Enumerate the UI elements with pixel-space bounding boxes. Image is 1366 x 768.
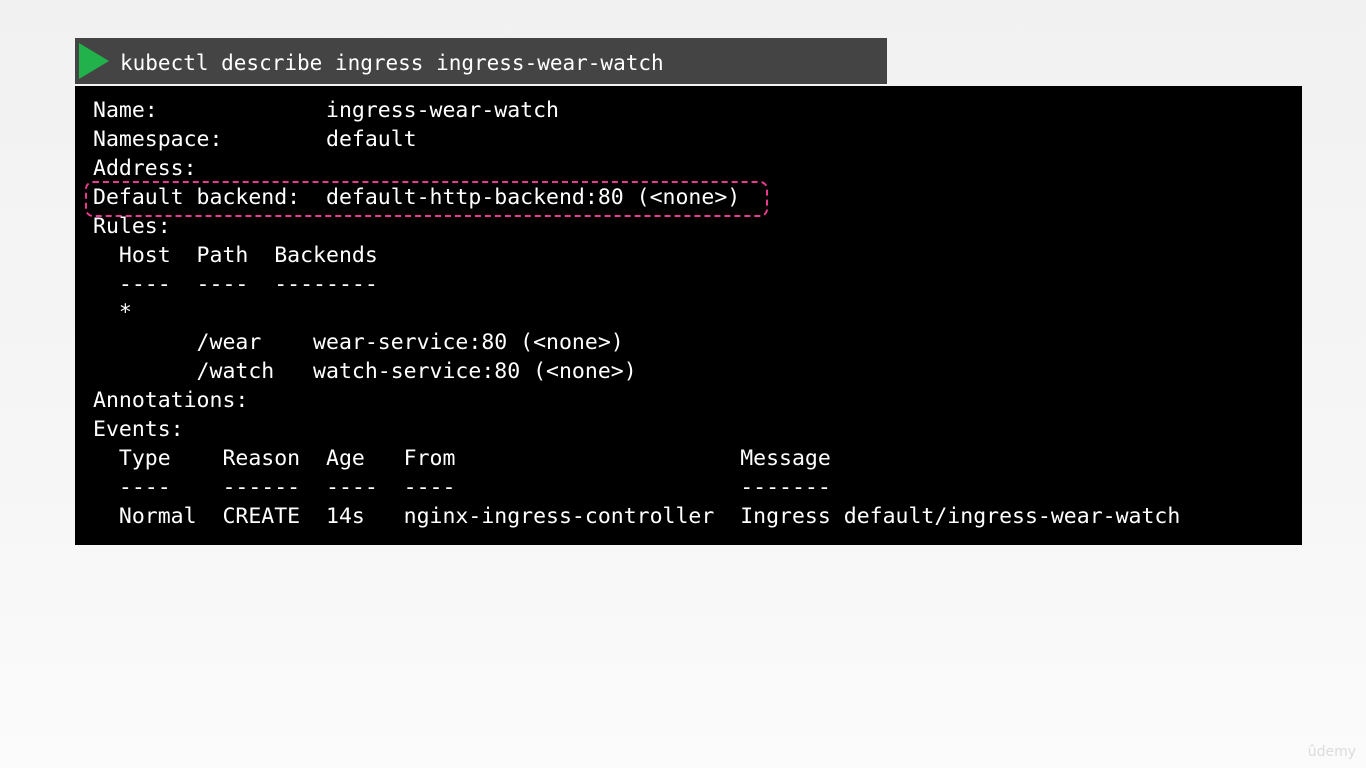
- terminal-line: /wear wear-service:80 (<none>): [93, 330, 624, 355]
- terminal-line: Host Path Backends: [93, 243, 378, 268]
- terminal-line: Events:: [93, 417, 184, 442]
- terminal-line: ---- ------ ---- ---- -------: [93, 475, 831, 500]
- terminal-line: *: [93, 300, 132, 325]
- terminal-output: Name: ingress-wear-watch Namespace: defa…: [75, 86, 1302, 545]
- terminal-line: Address:: [93, 156, 197, 181]
- terminal-line: Normal CREATE 14s nginx-ingress-controll…: [93, 504, 1181, 529]
- terminal-line: Rules:: [93, 214, 171, 239]
- terminal-line: /watch watch-service:80 (<none>): [93, 359, 637, 384]
- play-icon: [79, 43, 109, 79]
- terminal-line: Annotations:: [93, 388, 249, 413]
- watermark-logo: ûdemy: [1307, 744, 1356, 760]
- command-bar: kubectl describe ingress ingress-wear-wa…: [75, 38, 887, 84]
- terminal-line: Type Reason Age From Message: [93, 446, 831, 471]
- terminal-line: Name: ingress-wear-watch: [93, 98, 559, 123]
- command-text: kubectl describe ingress ingress-wear-wa…: [120, 51, 664, 75]
- terminal-line: ---- ---- --------: [93, 272, 378, 297]
- terminal-line: Default backend: default-http-backend:80…: [93, 185, 741, 210]
- terminal-line: Namespace: default: [93, 127, 417, 152]
